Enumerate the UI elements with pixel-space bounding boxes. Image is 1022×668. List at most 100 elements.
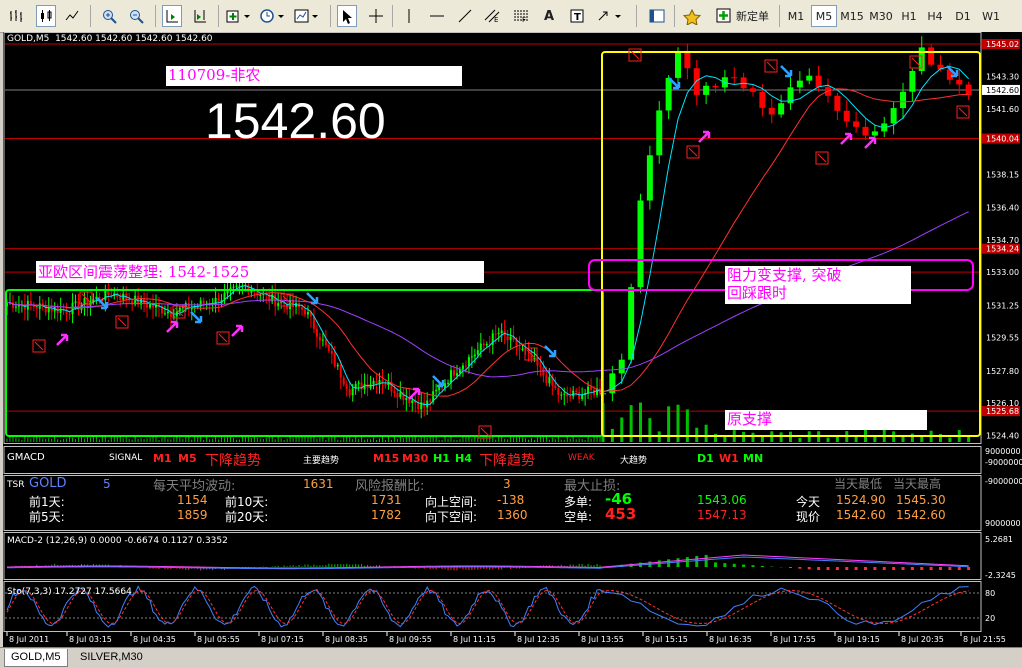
candle-body — [778, 103, 785, 115]
indicators-icon[interactable] — [224, 5, 254, 27]
candle-body — [235, 285, 238, 287]
sell-arrow — [190, 311, 203, 324]
candle-body — [277, 303, 280, 307]
bar-chart-icon[interactable] — [6, 5, 26, 27]
candle-body — [656, 110, 663, 156]
fibonacci-icon[interactable]: F — [511, 5, 531, 27]
candle-body — [909, 70, 916, 92]
candle-body — [357, 382, 360, 384]
candle-body — [539, 365, 542, 368]
svg-text:F: F — [522, 16, 526, 23]
sell-arrow — [432, 375, 445, 388]
gmacd-trend-left: 下降趋势 — [205, 453, 261, 469]
candle-body — [318, 336, 321, 341]
zoom-in-icon[interactable] — [100, 5, 120, 27]
sell-arrow — [544, 345, 557, 358]
time-axis-label: 8 Jul 17:55 — [773, 635, 816, 644]
text-icon[interactable]: A — [539, 5, 559, 27]
arrows-icon[interactable] — [595, 5, 625, 27]
candle-body — [806, 75, 813, 81]
period-m1[interactable]: M1 — [783, 5, 809, 27]
tsr-row2-d: 1782 — [371, 508, 402, 522]
candle-body — [14, 306, 17, 308]
price-axis-label: 1533.00 — [986, 268, 1019, 277]
candle-body — [646, 155, 653, 201]
macd-signal-line — [6, 554, 969, 569]
candle-body — [259, 294, 262, 296]
crosshair-icon[interactable] — [366, 5, 386, 27]
candle-body — [178, 307, 181, 312]
candle-body — [119, 296, 122, 300]
chart-canvas[interactable]: 1545.02 1543.30 1542.60 1541.60 1540.04 1538.… — [3, 32, 1022, 647]
chart-shift-icon[interactable] — [190, 5, 210, 27]
candle-body — [166, 311, 169, 314]
price-axis-label: 1534.24 — [986, 245, 1019, 254]
candle-body — [122, 293, 125, 300]
candle-body — [327, 345, 330, 351]
candle-body — [450, 370, 453, 383]
price-axis-label: 1524.40 — [986, 431, 1019, 440]
periods-clock-icon[interactable] — [258, 5, 288, 27]
candle-body — [665, 77, 672, 111]
auto-scroll-icon[interactable] — [162, 5, 182, 27]
tab-gold-m5[interactable]: GOLD,M5 — [4, 649, 68, 667]
macd-title: MACD-2 (12,26,9) 0.0000 -0.6674 0.1127 0… — [7, 536, 228, 546]
gmacd-tf-m15: M15 — [373, 452, 400, 465]
templates-icon[interactable] — [292, 5, 322, 27]
candle-body — [104, 289, 107, 301]
ma-line-5 — [6, 65, 969, 406]
navigator-icon[interactable] — [647, 5, 667, 27]
trendline-icon[interactable] — [455, 5, 475, 27]
candle-body — [29, 300, 32, 305]
candle-body — [637, 200, 644, 288]
tab-silver-m30[interactable]: SILVER,M30 — [74, 649, 149, 666]
channel-icon[interactable]: E — [483, 5, 503, 27]
note-resist: 阻力变支撑, 突破 回踩跟时 — [725, 266, 911, 304]
buy-arrow — [408, 387, 421, 400]
cursor-icon[interactable] — [337, 5, 357, 27]
experts-icon[interactable] — [682, 5, 702, 27]
candle-body — [35, 306, 38, 309]
period-m30[interactable]: M30 — [868, 5, 894, 27]
gmacd-tf-m30: M30 — [402, 452, 429, 465]
gmacd-title: GMACD — [7, 452, 45, 463]
tsr-row1-f: -138 — [497, 493, 525, 507]
tsr-label: TSR — [7, 480, 25, 490]
gmacd-tf-d1: D1 — [697, 452, 714, 465]
period-d1[interactable]: D1 — [950, 5, 976, 27]
fractal-marker-cross — [688, 147, 698, 157]
text-label-icon[interactable]: T — [567, 5, 587, 27]
candle-body — [336, 364, 339, 367]
time-axis-label: 8 Jul 21:55 — [963, 635, 1006, 644]
period-w1[interactable]: W1 — [978, 5, 1004, 27]
candlestick-icon[interactable] — [36, 5, 56, 27]
candle-body — [684, 51, 691, 69]
vertical-line-icon[interactable] — [399, 5, 419, 27]
tsr-row2-b: 1859 — [177, 508, 208, 522]
candle-body — [890, 108, 897, 124]
candle-body — [321, 339, 324, 341]
new-order-button[interactable]: 新定单 — [713, 5, 775, 27]
candle-body — [675, 51, 681, 78]
tsr-day-low-label: 当天最低 — [834, 477, 883, 491]
zoom-out-icon[interactable] — [127, 5, 147, 27]
line-chart-icon[interactable] — [62, 5, 82, 27]
horizontal-line-icon[interactable] — [427, 5, 447, 27]
candle-body — [74, 301, 77, 303]
buy-arrow — [864, 136, 877, 149]
svg-text:E: E — [494, 16, 498, 23]
period-m5[interactable]: M5 — [811, 5, 837, 27]
candle-body — [348, 389, 351, 396]
tsr-day-high-label: 当天最高 — [893, 477, 942, 491]
candle-body — [693, 68, 700, 95]
note-resist-line2: 回踩跟时 — [727, 284, 788, 302]
candle-body — [464, 365, 467, 367]
period-h1[interactable]: H1 — [896, 5, 922, 27]
tsr-avg-vol-label: 每天平均波动: — [153, 479, 236, 494]
period-h4[interactable]: H4 — [922, 5, 948, 27]
ma-line-20 — [6, 88, 969, 397]
candle-body — [315, 328, 318, 337]
chart-window[interactable]: 1545.02 1543.30 1542.60 1541.60 1540.04 1538.… — [3, 32, 1022, 647]
time-axis-label: 8 Jul 11:15 — [453, 635, 496, 644]
period-m15[interactable]: M15 — [839, 5, 865, 27]
